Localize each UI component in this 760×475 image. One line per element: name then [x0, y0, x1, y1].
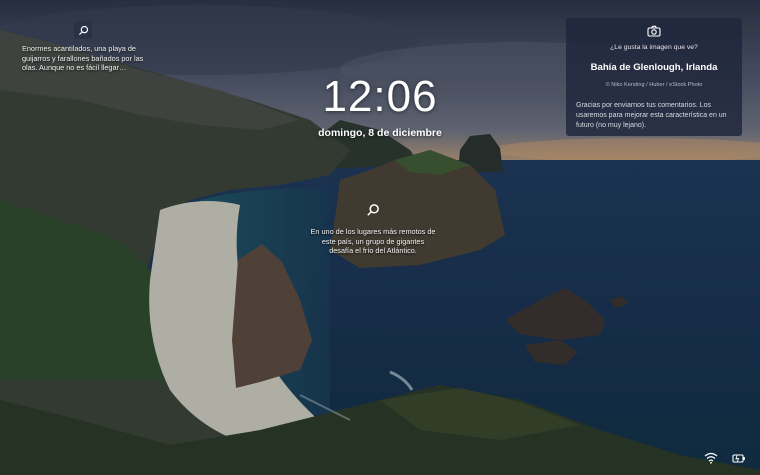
- hotspot-caption-line: desafía el frío del Atlántico.: [329, 246, 417, 256]
- hotspot-caption-cliffs[interactable]: Enormes acantilados, una playa de guijar…: [22, 44, 172, 73]
- image-info-card[interactable]: ¿Le gusta la imagen que ve? Bahía de Gle…: [566, 18, 742, 136]
- search-icon[interactable]: [74, 21, 92, 39]
- feedback-message-line: usaremos para mejorar esta característic…: [576, 112, 727, 119]
- hotspot-caption-line: este país, un grupo de gigantes: [321, 236, 425, 246]
- image-credit: © Niko Kersting / Huber / eStock Photo: [605, 82, 703, 88]
- hotspot-caption-line: olas. Aunque no es fácil llegar…: [22, 63, 127, 73]
- hotspot-caption-stacks[interactable]: En uno de los lugares más remotos de est…: [300, 227, 446, 256]
- image-title: Bahía de Glenlough, Irlanda: [590, 62, 718, 73]
- battery-icon[interactable]: [732, 449, 746, 463]
- feedback-message-line: futuro (no muy lejano).: [576, 122, 647, 129]
- hotspot-caption-line: Enormes acantilados, una playa de: [22, 44, 136, 53]
- feedback-message: Gracias por enviarnos tus comentarios. L…: [576, 101, 736, 131]
- feedback-message-line: Gracias por enviarnos tus comentarios. L…: [576, 102, 712, 109]
- camera-icon[interactable]: [647, 24, 661, 42]
- search-icon[interactable]: [366, 202, 380, 221]
- feedback-question: ¿Le gusta la imagen que ve?: [610, 44, 698, 51]
- wifi-icon[interactable]: [704, 449, 718, 464]
- hotspot-caption-line: guijarros y farallones bañados por las: [22, 53, 144, 63]
- hotspot-caption-line: En uno de los lugares más remotos de: [310, 227, 436, 236]
